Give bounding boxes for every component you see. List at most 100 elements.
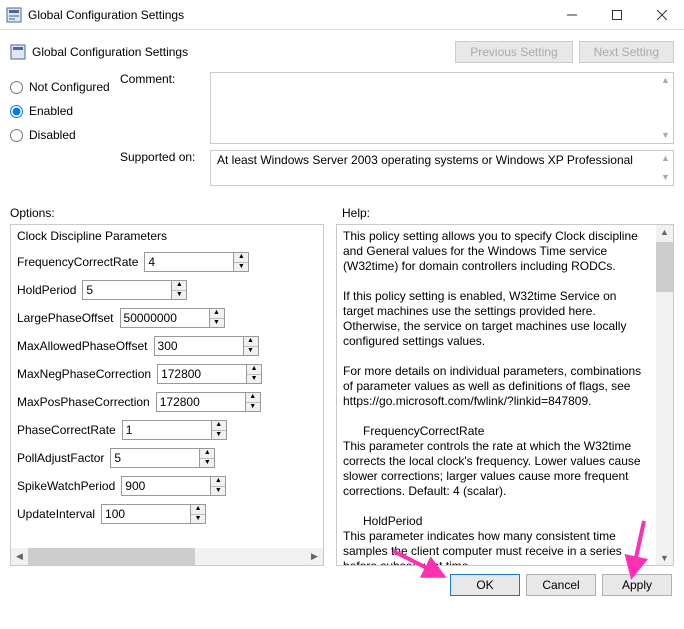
- option-label: SpikeWatchPeriod: [17, 479, 115, 493]
- spinner-buttons[interactable]: ▲▼: [191, 504, 206, 524]
- chevron-up-icon: ▲: [656, 227, 673, 237]
- option-row: HoldPeriod ▲▼: [17, 279, 317, 301]
- option-label: MaxNegPhaseCorrection: [17, 367, 151, 381]
- spinner-buttons[interactable]: ▲▼: [247, 364, 262, 384]
- spinner-down-icon[interactable]: ▼: [210, 319, 224, 328]
- chevron-down-icon: ▼: [661, 128, 670, 143]
- scrollbar-thumb[interactable]: [656, 242, 673, 292]
- scrollbar-vertical[interactable]: ▲▼: [658, 151, 673, 185]
- apply-button[interactable]: Apply: [602, 574, 672, 596]
- option-label: MaxPosPhaseCorrection: [17, 395, 150, 409]
- spinner-down-icon[interactable]: ▼: [172, 291, 186, 300]
- spinner-up-icon[interactable]: ▲: [246, 393, 260, 403]
- spinner-up-icon[interactable]: ▲: [234, 253, 248, 263]
- header-row: Global Configuration Settings Previous S…: [0, 30, 684, 66]
- spinner-buttons[interactable]: ▲▼: [212, 420, 227, 440]
- spinner-down-icon[interactable]: ▼: [212, 431, 226, 440]
- spinner-buttons[interactable]: ▲▼: [234, 252, 249, 272]
- spinner-down-icon[interactable]: ▼: [234, 263, 248, 272]
- spinner-buttons[interactable]: ▲▼: [246, 392, 261, 412]
- help-panel: This policy setting allows you to specif…: [336, 224, 674, 566]
- radio-disabled[interactable]: Disabled: [10, 128, 120, 142]
- option-value-input[interactable]: [101, 504, 191, 524]
- chevron-up-icon: ▲: [661, 73, 670, 88]
- titlebar: Global Configuration Settings: [0, 0, 684, 30]
- option-value-input[interactable]: [82, 280, 172, 300]
- chevron-up-icon: ▲: [661, 151, 670, 166]
- ok-button[interactable]: OK: [450, 574, 520, 596]
- footer: OK Cancel Apply: [0, 566, 684, 604]
- spinner-up-icon[interactable]: ▲: [200, 449, 214, 459]
- maximize-button[interactable]: [594, 0, 639, 29]
- chevron-left-icon: ◀: [11, 551, 28, 562]
- option-row: UpdateInterval ▲▼: [17, 503, 317, 525]
- page-title: Global Configuration Settings: [32, 45, 188, 59]
- spinner-buttons[interactable]: ▲▼: [200, 448, 215, 468]
- spinner-up-icon[interactable]: ▲: [210, 309, 224, 319]
- radio-not-configured[interactable]: Not Configured: [10, 80, 120, 94]
- comment-input[interactable]: ▲▼: [210, 72, 674, 144]
- spinner-down-icon[interactable]: ▼: [244, 347, 258, 356]
- spinner-up-icon[interactable]: ▲: [244, 337, 258, 347]
- spinner-up-icon[interactable]: ▲: [247, 365, 261, 375]
- option-value-input[interactable]: [156, 392, 246, 412]
- app-icon: [6, 7, 22, 23]
- spinner-buttons[interactable]: ▲▼: [210, 308, 225, 328]
- option-label: LargePhaseOffset: [17, 311, 114, 325]
- chevron-down-icon: ▼: [661, 170, 670, 185]
- option-label: UpdateInterval: [17, 507, 95, 521]
- options-label: Options:: [10, 206, 330, 220]
- option-label: PollAdjustFactor: [17, 451, 104, 465]
- spinner-buttons[interactable]: ▲▼: [244, 336, 259, 356]
- option-label: PhaseCorrectRate: [17, 423, 116, 437]
- spinner-down-icon[interactable]: ▼: [211, 487, 225, 496]
- option-row: SpikeWatchPeriod ▲▼: [17, 475, 317, 497]
- spinner-down-icon[interactable]: ▼: [200, 459, 214, 468]
- option-value-input[interactable]: [157, 364, 247, 384]
- option-value-input[interactable]: [120, 308, 210, 328]
- spinner-up-icon[interactable]: ▲: [212, 421, 226, 431]
- spinner-up-icon[interactable]: ▲: [191, 505, 205, 515]
- scrollbar-thumb[interactable]: [28, 548, 195, 565]
- option-value-input[interactable]: [144, 252, 234, 272]
- option-value-input[interactable]: [154, 336, 244, 356]
- options-section-title: Clock Discipline Parameters: [17, 229, 317, 243]
- options-panel: Clock Discipline Parameters FrequencyCorr…: [10, 224, 324, 566]
- option-row: PollAdjustFactor ▲▼: [17, 447, 317, 469]
- option-value-input[interactable]: [110, 448, 200, 468]
- option-value-input[interactable]: [122, 420, 212, 440]
- option-row: LargePhaseOffset ▲▼: [17, 307, 317, 329]
- next-setting-button: Next Setting: [579, 41, 674, 63]
- state-radio-group: Not Configured Enabled Disabled: [10, 72, 120, 196]
- option-value-input[interactable]: [121, 476, 211, 496]
- supported-label: Supported on:: [120, 150, 210, 186]
- spinner-up-icon[interactable]: ▲: [172, 281, 186, 291]
- option-label: FrequencyCorrectRate: [17, 255, 138, 269]
- option-row: MaxPosPhaseCorrection ▲▼: [17, 391, 317, 413]
- spinner-up-icon[interactable]: ▲: [211, 477, 225, 487]
- window-title: Global Configuration Settings: [28, 8, 549, 22]
- spinner-down-icon[interactable]: ▼: [247, 375, 261, 384]
- minimize-button[interactable]: [549, 0, 594, 29]
- previous-setting-button: Previous Setting: [455, 41, 572, 63]
- scrollbar-vertical[interactable]: ▲ ▼: [656, 225, 673, 565]
- radio-enabled[interactable]: Enabled: [10, 104, 120, 118]
- help-text: This policy setting allows you to specif…: [337, 225, 656, 565]
- close-button[interactable]: [639, 0, 684, 29]
- help-label: Help:: [330, 206, 674, 220]
- option-label: MaxAllowedPhaseOffset: [17, 339, 148, 353]
- spinner-down-icon[interactable]: ▼: [191, 515, 205, 524]
- scrollbar-vertical[interactable]: ▲▼: [658, 73, 673, 143]
- chevron-down-icon: ▼: [656, 553, 673, 563]
- scrollbar-horizontal[interactable]: ◀ ▶: [11, 548, 323, 565]
- spinner-buttons[interactable]: ▲▼: [211, 476, 226, 496]
- supported-on-box: At least Windows Server 2003 operating s…: [210, 150, 674, 186]
- option-row: FrequencyCorrectRate ▲▼: [17, 251, 317, 273]
- option-row: PhaseCorrectRate ▲▼: [17, 419, 317, 441]
- spinner-down-icon[interactable]: ▼: [246, 403, 260, 412]
- cancel-button[interactable]: Cancel: [526, 574, 596, 596]
- option-label: HoldPeriod: [17, 283, 76, 297]
- comment-label: Comment:: [120, 72, 210, 144]
- option-row: MaxAllowedPhaseOffset ▲▼: [17, 335, 317, 357]
- spinner-buttons[interactable]: ▲▼: [172, 280, 187, 300]
